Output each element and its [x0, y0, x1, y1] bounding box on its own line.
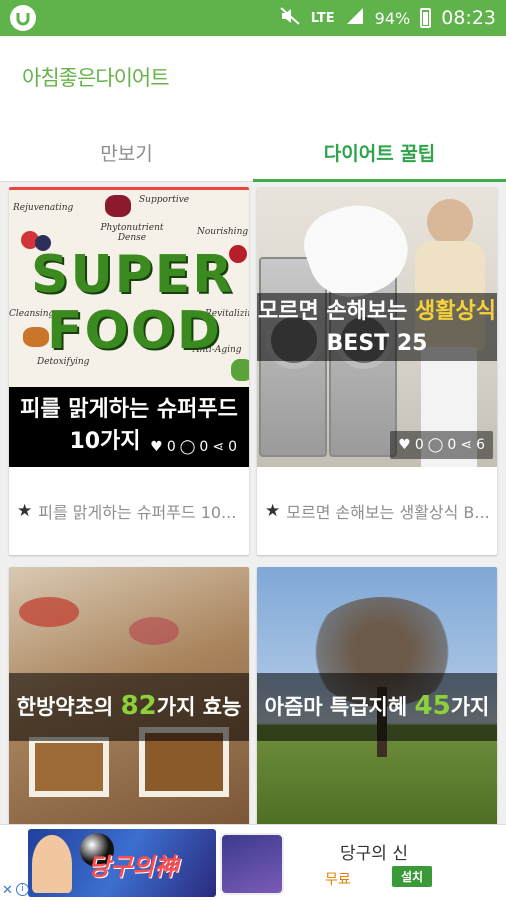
overlay-title-number: 82: [120, 691, 157, 721]
card-stats: ♥ 0 ◯ 0 ⋖ 6: [390, 431, 493, 459]
overlay-title-text: 가지: [450, 695, 490, 719]
overlay-title-text: 가지 효능: [156, 695, 242, 719]
overlay-title-highlight: 생활상식: [415, 299, 496, 324]
comment-icon: ◯: [427, 437, 444, 453]
overlay-title-text: 한방약초의: [16, 695, 121, 719]
card-caption-text: 피를 맑게하는 슈퍼푸드 10...: [38, 502, 237, 522]
image-label: Nourishing: [197, 227, 249, 237]
like-count: 0: [414, 437, 424, 453]
ad-install-button[interactable]: 설치: [392, 866, 433, 887]
comment-count: 0: [199, 439, 209, 455]
tab-pedometer[interactable]: 만보기: [0, 124, 253, 181]
tab-diet-tips[interactable]: 다이어트 꿀팁: [253, 124, 506, 182]
ad-banner-title: 당구의神: [88, 853, 179, 881]
card-overlay-subtitle: BEST 25: [326, 331, 428, 356]
card-image-superfood: Rejuvenating Supportive Phytonutrient De…: [9, 187, 249, 467]
card-caption: ★ 모르면 손해보는 생활상식 B...: [257, 467, 497, 554]
share-count: 6: [476, 437, 485, 453]
star-icon: ★: [265, 500, 281, 521]
image-word: SUPER: [31, 245, 235, 305]
ad-banner[interactable]: 당구의神 당구의 신 무료 설치 ✕ i: [0, 824, 506, 900]
like-count: 0: [166, 439, 176, 455]
ad-close-icon[interactable]: ✕: [2, 883, 13, 898]
mute-icon: [279, 6, 301, 30]
image-label: Supportive: [139, 195, 190, 205]
overlay-title-text: 아즘마 특급지혜: [264, 695, 415, 719]
tip-card[interactable]: 아즘마 특급지혜 45가지: [257, 567, 497, 824]
heart-icon: ♥: [398, 437, 411, 453]
clock: 08:23: [441, 7, 496, 29]
ad-info-icon[interactable]: i: [16, 883, 29, 896]
ad-price: 무료: [325, 872, 351, 888]
comment-count: 0: [447, 437, 457, 453]
tab-bar: 만보기 다이어트 꿀팁: [0, 124, 506, 182]
overlay-title-text: 모르면 손해보는 생활상식: [258, 299, 496, 324]
share-icon: ⋖: [212, 439, 225, 455]
image-word: FOOD: [47, 301, 223, 361]
network-type: LTE: [310, 10, 335, 26]
card-overlay-title: 피를 맑게하는 슈퍼푸드: [20, 397, 238, 422]
card-overlay-title: 모르면 손해보는 생활상식: [257, 297, 497, 327]
overlay-title-number: 45: [414, 691, 451, 721]
card-image-herbs: 한방약초의 82가지 효능: [9, 567, 249, 824]
ad-app-name[interactable]: 당구의 신: [340, 839, 408, 864]
battery-percent: 94%: [374, 8, 411, 28]
comment-icon: ◯: [179, 439, 196, 455]
card-stats: ♥ 0 ◯ 0 ⋖ 0: [142, 433, 245, 461]
image-label: Phytonutrient Dense: [100, 223, 164, 243]
card-overlay-title: 아즘마 특급지혜 45가지: [257, 691, 497, 722]
tip-card[interactable]: 한방약초의 82가지 효능: [9, 567, 249, 824]
share-count: 0: [228, 439, 237, 455]
card-image-tree: 아즘마 특급지혜 45가지: [257, 567, 497, 824]
app-logo: 아침좋은다이어트: [22, 66, 170, 90]
tip-card[interactable]: Rejuvenating Supportive Phytonutrient De…: [9, 187, 249, 555]
share-icon: ⋖: [460, 437, 473, 453]
battery-icon: [420, 8, 432, 28]
app-notification-icon: [10, 5, 36, 31]
signal-icon: [345, 6, 365, 30]
card-image-laundry: 모르면 손해보는 생활상식 BEST 25 ♥ 0 ◯ 0 ⋖ 6: [257, 187, 497, 467]
ad-app-icon[interactable]: [220, 833, 284, 895]
card-caption-text: 모르면 손해보는 생활상식 B...: [286, 502, 490, 522]
star-icon: ★: [17, 500, 33, 521]
tips-grid: Rejuvenating Supportive Phytonutrient De…: [0, 182, 506, 824]
card-overlay-title: 한방약초의 82가지 효능: [9, 691, 249, 722]
heart-icon: ♥: [150, 439, 163, 455]
image-label: Rejuvenating: [13, 203, 74, 213]
card-caption: ★ 피를 맑게하는 슈퍼푸드 10...: [9, 467, 249, 554]
app-header: 아침좋은다이어트: [0, 36, 506, 124]
tip-card[interactable]: 모르면 손해보는 생활상식 BEST 25 ♥ 0 ◯ 0 ⋖ 6 ★ 모르면 손해보…: [257, 187, 497, 555]
status-bar: LTE 94% 08:23: [0, 0, 506, 36]
ad-banner-image[interactable]: 당구의神: [28, 829, 216, 897]
